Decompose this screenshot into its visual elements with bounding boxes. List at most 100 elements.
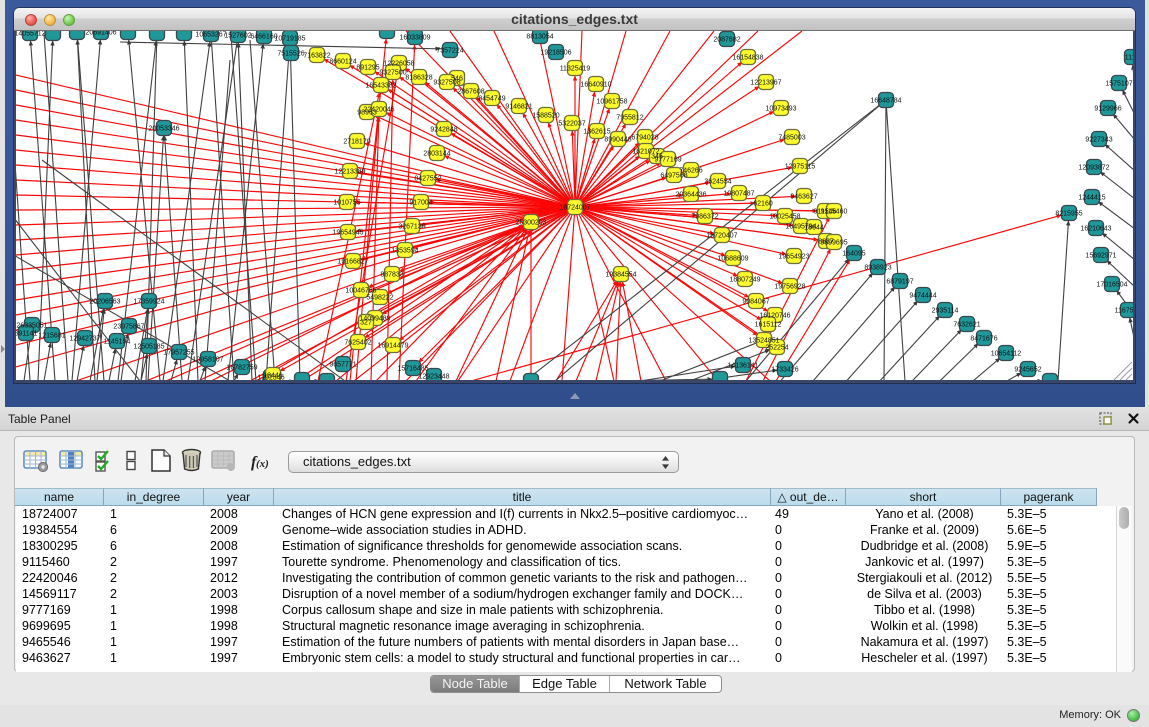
- svg-text:2087682: 2087682: [713, 37, 740, 44]
- svg-text:17016504: 17016504: [1096, 282, 1127, 289]
- svg-text:7986372: 7986372: [691, 214, 718, 221]
- svg-text:19384554: 19384554: [605, 272, 636, 279]
- svg-text:1362615: 1362615: [583, 129, 610, 136]
- svg-text:9327508: 9327508: [433, 80, 460, 87]
- svg-text:887833: 887833: [380, 272, 403, 279]
- svg-text:8471676: 8471676: [970, 336, 997, 343]
- svg-text:2803144: 2803144: [423, 151, 450, 158]
- svg-text:9146821: 9146821: [505, 104, 532, 111]
- svg-text:17359924: 17359924: [133, 299, 164, 306]
- svg-text:5322037: 5322037: [558, 121, 585, 128]
- svg-text:8427552: 8427552: [414, 176, 441, 183]
- svg-text:9657771: 9657771: [329, 362, 356, 369]
- svg-text:(x): (x): [256, 458, 269, 470]
- svg-text:19218506: 19218506: [540, 50, 571, 57]
- svg-text:16120746: 16120746: [759, 313, 790, 320]
- svg-text:5498222: 5498222: [366, 295, 393, 302]
- svg-text:16914479: 16914479: [377, 343, 408, 350]
- svg-text:164095: 164095: [842, 251, 865, 258]
- svg-text:8454749: 8454749: [478, 96, 505, 103]
- svg-text:1615112: 1615112: [755, 322, 782, 329]
- svg-text:18724007: 18724007: [559, 205, 590, 212]
- svg-text:9777169: 9777169: [654, 157, 681, 164]
- svg-text:14055712: 14055712: [16, 31, 46, 38]
- svg-text:12942737: 12942737: [69, 336, 100, 343]
- svg-text:9242848: 9242848: [430, 127, 457, 134]
- svg-text:15692971: 15692971: [1085, 253, 1116, 260]
- svg-text:1244415: 1244415: [1078, 195, 1105, 202]
- svg-text:1353594: 1353594: [391, 248, 418, 255]
- svg-text:9699695: 9699695: [820, 240, 847, 247]
- svg-text:7632621: 7632621: [953, 322, 980, 329]
- svg-text:8938923: 8938923: [864, 265, 891, 272]
- svg-text:6794028: 6794028: [631, 135, 658, 142]
- svg-text:17957255: 17957255: [163, 350, 194, 357]
- svg-text:18644: 18644: [804, 225, 824, 232]
- svg-text:20691406: 20691406: [85, 31, 116, 37]
- svg-text:9084067: 9084067: [742, 299, 769, 306]
- svg-text:25300203: 25300203: [515, 220, 546, 227]
- svg-text:9115460: 9115460: [821, 209, 848, 216]
- svg-text:1527602: 1527602: [224, 33, 251, 40]
- svg-text:15720407: 15720407: [706, 233, 737, 240]
- svg-text:6497568: 6497568: [660, 173, 687, 180]
- svg-text:10719185: 10719185: [274, 36, 305, 43]
- svg-text:11325419: 11325419: [560, 66, 591, 73]
- svg-text:16543382: 16543382: [365, 83, 396, 90]
- svg-text:9129966: 9129966: [1094, 106, 1121, 113]
- svg-text:8990448: 8990448: [604, 137, 631, 144]
- svg-text:2718170: 2718170: [343, 139, 370, 146]
- svg-text:9474444: 9474444: [909, 293, 936, 300]
- svg-text:10961758: 10961758: [596, 99, 627, 106]
- svg-text:10973493: 10973493: [765, 106, 796, 113]
- svg-text:19756928: 19756928: [774, 284, 805, 291]
- svg-text:16648784: 16648784: [870, 98, 901, 105]
- svg-text:12505185: 12505185: [133, 344, 164, 351]
- svg-text:1215681: 1215681: [38, 333, 65, 340]
- svg-text:12213967: 12213967: [750, 80, 781, 87]
- svg-text:16782759: 16782759: [226, 365, 257, 372]
- svg-text:252254: 252254: [765, 345, 788, 352]
- svg-text:10654112: 10654112: [991, 351, 1022, 358]
- svg-text:10958107: 10958107: [192, 357, 223, 364]
- svg-text:1145194: 1145194: [104, 339, 131, 346]
- svg-text:16154838: 16154838: [732, 55, 763, 62]
- svg-text:917004: 917004: [409, 200, 432, 207]
- svg-text:1167534: 1167534: [1115, 308, 1133, 315]
- svg-text:16640910: 16640910: [580, 82, 611, 89]
- svg-text:15716485: 15716485: [397, 366, 428, 373]
- svg-text:22420046: 22420046: [363, 107, 394, 114]
- svg-text:10025458: 10025458: [769, 214, 800, 221]
- svg-text:10688609: 10688609: [717, 256, 748, 263]
- svg-text:10653267: 10653267: [195, 32, 226, 39]
- svg-text:12213389: 12213389: [334, 169, 365, 176]
- svg-text:891295: 891295: [356, 65, 379, 72]
- svg-text:10046766: 10046766: [345, 288, 376, 295]
- svg-text:327: 327: [360, 320, 372, 327]
- svg-text:1010755: 1010755: [333, 200, 360, 207]
- svg-text:391141: 391141: [16, 331, 38, 338]
- svg-text:1112: 1112: [1125, 55, 1133, 62]
- svg-text:10807487: 10807487: [723, 191, 754, 198]
- svg-text:12923448: 12923448: [418, 374, 449, 381]
- svg-text:12093872: 12093872: [1078, 165, 1109, 172]
- svg-text:7955812: 7955812: [616, 115, 643, 122]
- svg-text:1588520: 1588520: [532, 113, 559, 120]
- svg-text:3267130: 3267130: [398, 224, 425, 231]
- svg-text:12226058: 12226058: [383, 61, 414, 68]
- svg-text:9327500: 9327500: [379, 70, 406, 77]
- svg-text:9463627: 9463627: [790, 194, 817, 201]
- svg-text:8186328: 8186328: [405, 75, 432, 82]
- svg-text:16210643: 16210643: [1080, 226, 1111, 233]
- svg-text:7163822: 7163822: [303, 53, 330, 60]
- svg-text:6879197: 6879197: [886, 279, 913, 286]
- svg-text:9227343: 9227343: [1085, 137, 1112, 144]
- svg-text:62160: 62160: [753, 201, 773, 208]
- svg-text:8215955: 8215955: [1055, 211, 1082, 218]
- svg-text:12975115: 12975115: [785, 164, 816, 171]
- svg-text:16033809: 16033809: [399, 35, 430, 42]
- svg-text:7357224: 7357224: [436, 48, 463, 55]
- svg-text:26335051: 26335051: [16, 323, 47, 330]
- svg-text:14136141: 14136141: [727, 363, 758, 370]
- svg-text:1575107: 1575107: [1105, 81, 1132, 88]
